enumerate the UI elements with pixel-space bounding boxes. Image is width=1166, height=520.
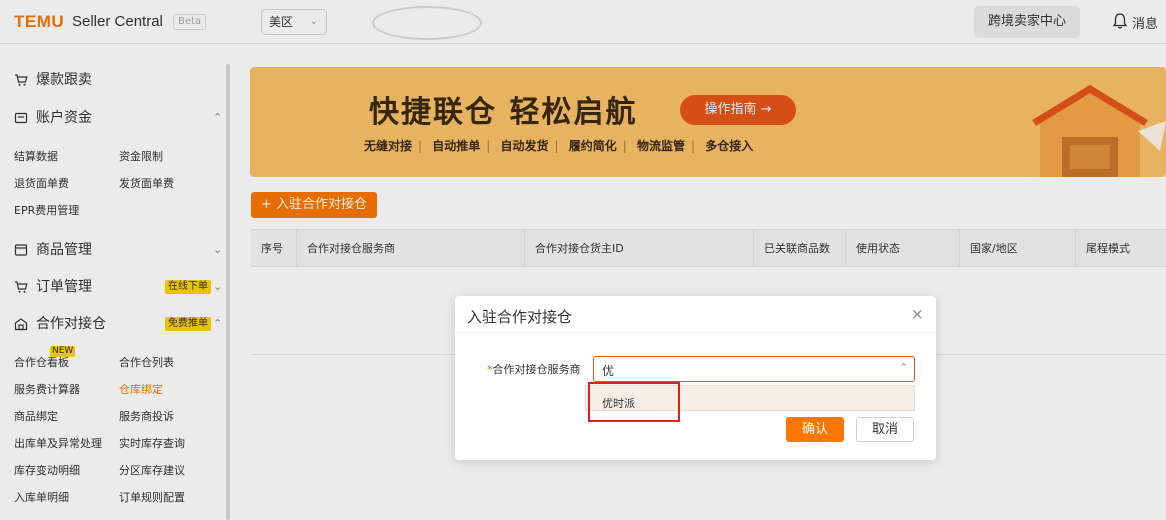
close-icon[interactable]: × [911,305,924,323]
confirm-button[interactable]: 确认 [786,417,844,442]
field-label-text: 合作对接仓服务商 [492,363,581,376]
provider-select[interactable]: 优 ⌃ [593,356,915,382]
provider-field-label: *合作对接仓服务商 [487,361,581,377]
chevron-up-icon: ⌃ [899,361,909,374]
provider-option[interactable]: 优时派 [588,382,680,422]
cancel-button[interactable]: 取消 [856,417,914,442]
provider-input-value: 优 [602,364,615,378]
dialog-title: 入驻合作对接仓 [467,308,573,326]
provider-option-label: 优时派 [602,397,635,410]
dialog-divider [455,332,936,333]
add-warehouse-dialog: 入驻合作对接仓 × *合作对接仓服务商 优 ⌃ 优时派 确认 取消 [455,296,936,460]
provider-dropdown: 优时派 [585,382,915,422]
